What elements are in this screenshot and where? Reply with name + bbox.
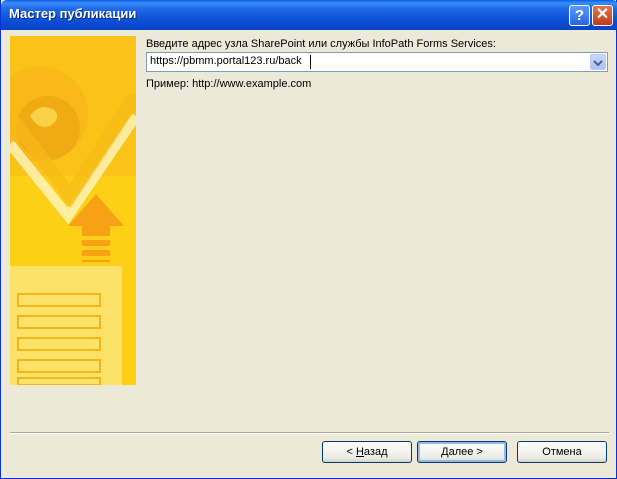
back-accelerator: Н [355, 446, 364, 458]
address-input[interactable]: https://pbmm.portal123.ru/back [150, 55, 302, 67]
text-cursor [310, 55, 311, 69]
next-button[interactable]: Далее > [417, 441, 507, 463]
address-label: Введите адрес узла SharePoint или службы… [146, 38, 496, 50]
next-accelerator: Д [441, 446, 449, 458]
back-button[interactable]: < Назад [322, 441, 412, 463]
back-prefix: < [346, 446, 356, 458]
wizard-decorative-image [10, 36, 136, 385]
help-icon[interactable]: ? [569, 5, 590, 26]
close-icon[interactable]: ✕ [592, 5, 613, 26]
example-text: Пример: http://www.example.com [146, 78, 312, 90]
next-label-rest: алее > [448, 446, 483, 458]
chevron-down-icon[interactable] [590, 54, 606, 70]
title-bar: Мастер публикации ? ✕ [1, 0, 617, 30]
publishing-wizard-window: Мастер публикации ? ✕ Введите адрес узла… [0, 0, 617, 479]
back-label-rest: азад [363, 446, 388, 458]
window-title: Мастер публикации [9, 6, 137, 21]
address-combobox[interactable]: https://pbmm.portal123.ru/back [146, 52, 608, 72]
button-separator [10, 432, 609, 434]
cancel-button[interactable]: Отмена [517, 441, 607, 463]
